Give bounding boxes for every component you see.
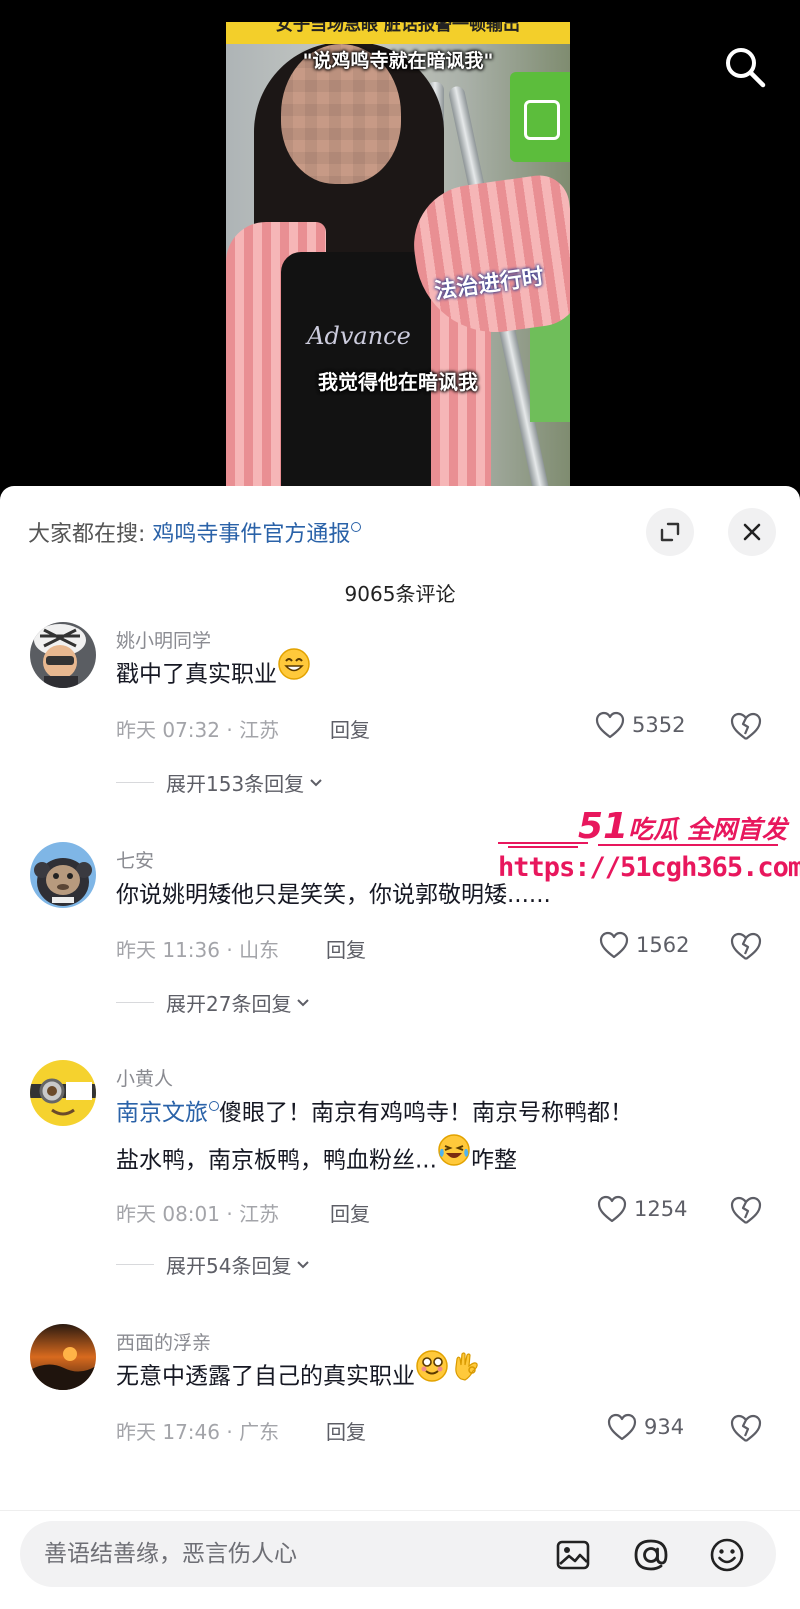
comment-text: 你说姚明矮他只是笑笑，你说郭敬明矮...... <box>116 882 551 908</box>
like-button[interactable]: 934 <box>606 1412 684 1442</box>
avatar[interactable] <box>30 1060 96 1126</box>
video-subtitle: 我觉得他在暗讽我 <box>318 370 478 394</box>
like-button[interactable]: 1254 <box>596 1194 687 1224</box>
hot-search-prefix: 大家都在搜: <box>28 522 146 547</box>
comment-text-line-1: 南京文旅 傻眼了！南京有鸡鸣寺！南京号称鸭都！ <box>116 1100 633 1126</box>
comment-text: 无意中透露了自己的真实职业 <box>116 1349 483 1402</box>
like-count: 1254 <box>634 1197 688 1221</box>
heart-icon <box>607 1413 637 1441</box>
broken-heart-icon[interactable] <box>728 1412 766 1446</box>
comment-meta: 昨天 11:36 · 山东 <box>116 938 280 962</box>
reply-button[interactable]: 回复 <box>326 934 366 963</box>
heart-icon <box>599 931 629 959</box>
avatar[interactable] <box>30 1324 96 1390</box>
video-player[interactable]: Advance 女子当场急眼 脏话报警一顿输出 "说鸡鸣寺就在暗讽我" 法治进行… <box>0 0 800 500</box>
video-title-banner: 女子当场急眼 脏话报警一顿输出 <box>226 22 570 44</box>
emoji-icon[interactable] <box>708 1536 746 1574</box>
promo-url: https://51cgh365.com <box>498 852 800 883</box>
divider <box>116 1002 154 1003</box>
comment-username[interactable]: 小黄人 <box>116 1064 173 1091</box>
heart-icon <box>597 1195 627 1223</box>
expand-replies[interactable]: 展开153条回复 <box>116 768 324 797</box>
like-button[interactable]: 1562 <box>598 930 689 960</box>
broken-heart-icon[interactable] <box>728 1194 766 1228</box>
promo-watermark: 51吃瓜 全网首发 https://51cgh365.com <box>498 806 800 886</box>
like-count: 934 <box>644 1415 685 1439</box>
heart-icon <box>595 711 625 739</box>
promo-decoration-lines <box>498 842 778 848</box>
close-icon[interactable] <box>728 508 776 556</box>
chevron-down-icon <box>297 1260 310 1268</box>
search-small-icon <box>209 1101 219 1111</box>
image-icon[interactable] <box>554 1536 592 1574</box>
comment-panel: 大家都在搜: 鸡鸣寺事件官方通报 9065条评论 姚小明同学 戳中了真实职业 昨… <box>0 486 800 1609</box>
broken-heart-icon[interactable] <box>728 930 766 964</box>
divider <box>116 782 154 783</box>
comment-username[interactable]: 西面的浮亲 <box>116 1328 211 1355</box>
comment-username[interactable]: 七安 <box>116 846 154 873</box>
divider <box>116 1264 154 1265</box>
video-frame: Advance 女子当场急眼 脏话报警一顿输出 "说鸡鸣寺就在暗讽我" 法治进行… <box>226 22 570 500</box>
expand-replies[interactable]: 展开54条回复 <box>116 1250 311 1279</box>
comment-text: 戳中了真实职业 <box>116 647 311 700</box>
comment-meta: 昨天 17:46 · 广东 <box>116 1420 280 1444</box>
comment-input-bar <box>0 1510 800 1609</box>
ok-hand-emoji-icon <box>449 1349 483 1399</box>
search-small-icon <box>351 522 362 532</box>
video-quote-caption: "说鸡鸣寺就在暗讽我" <box>302 50 494 72</box>
expand-icon[interactable] <box>646 508 694 556</box>
chevron-down-icon <box>310 778 322 786</box>
like-count: 5352 <box>632 713 686 737</box>
at-icon[interactable] <box>632 1536 670 1574</box>
mention-link[interactable]: 南京文旅 <box>116 1100 208 1126</box>
reply-button[interactable]: 回复 <box>326 1416 366 1445</box>
comment-input[interactable] <box>44 1521 524 1587</box>
smile-emoji-icon <box>277 647 311 697</box>
hot-search-bar: 大家都在搜: 鸡鸣寺事件官方通报 <box>28 516 362 548</box>
comment-input-box <box>20 1521 776 1587</box>
expand-replies[interactable]: 展开27条回复 <box>116 988 311 1017</box>
comment-count: 9065条评论 <box>344 582 456 606</box>
laughing-crying-emoji-icon <box>437 1133 471 1183</box>
comment-username[interactable]: 姚小明同学 <box>116 626 211 653</box>
comment-meta: 昨天 08:01 · 江苏 <box>116 1202 280 1226</box>
reply-button[interactable]: 回复 <box>330 1198 370 1227</box>
chevron-down-icon <box>297 998 310 1006</box>
like-count: 1562 <box>636 933 690 957</box>
broken-heart-icon[interactable] <box>728 710 766 744</box>
dizzy-face-emoji-icon <box>415 1349 449 1399</box>
search-icon[interactable] <box>722 44 768 90</box>
priority-seat-sign <box>510 72 570 162</box>
reply-button[interactable]: 回复 <box>330 714 370 743</box>
comment-text-line-2: 盐水鸭，南京板鸭，鸭血粉丝... 咋整 <box>116 1133 517 1186</box>
comment-meta: 昨天 07:32 · 江苏 <box>116 718 280 742</box>
avatar[interactable] <box>30 622 96 688</box>
hot-search-keyword[interactable]: 鸡鸣寺事件官方通报 <box>152 522 350 547</box>
like-button[interactable]: 5352 <box>594 710 685 740</box>
avatar[interactable] <box>30 842 96 908</box>
shirt-print: Advance <box>307 322 411 350</box>
